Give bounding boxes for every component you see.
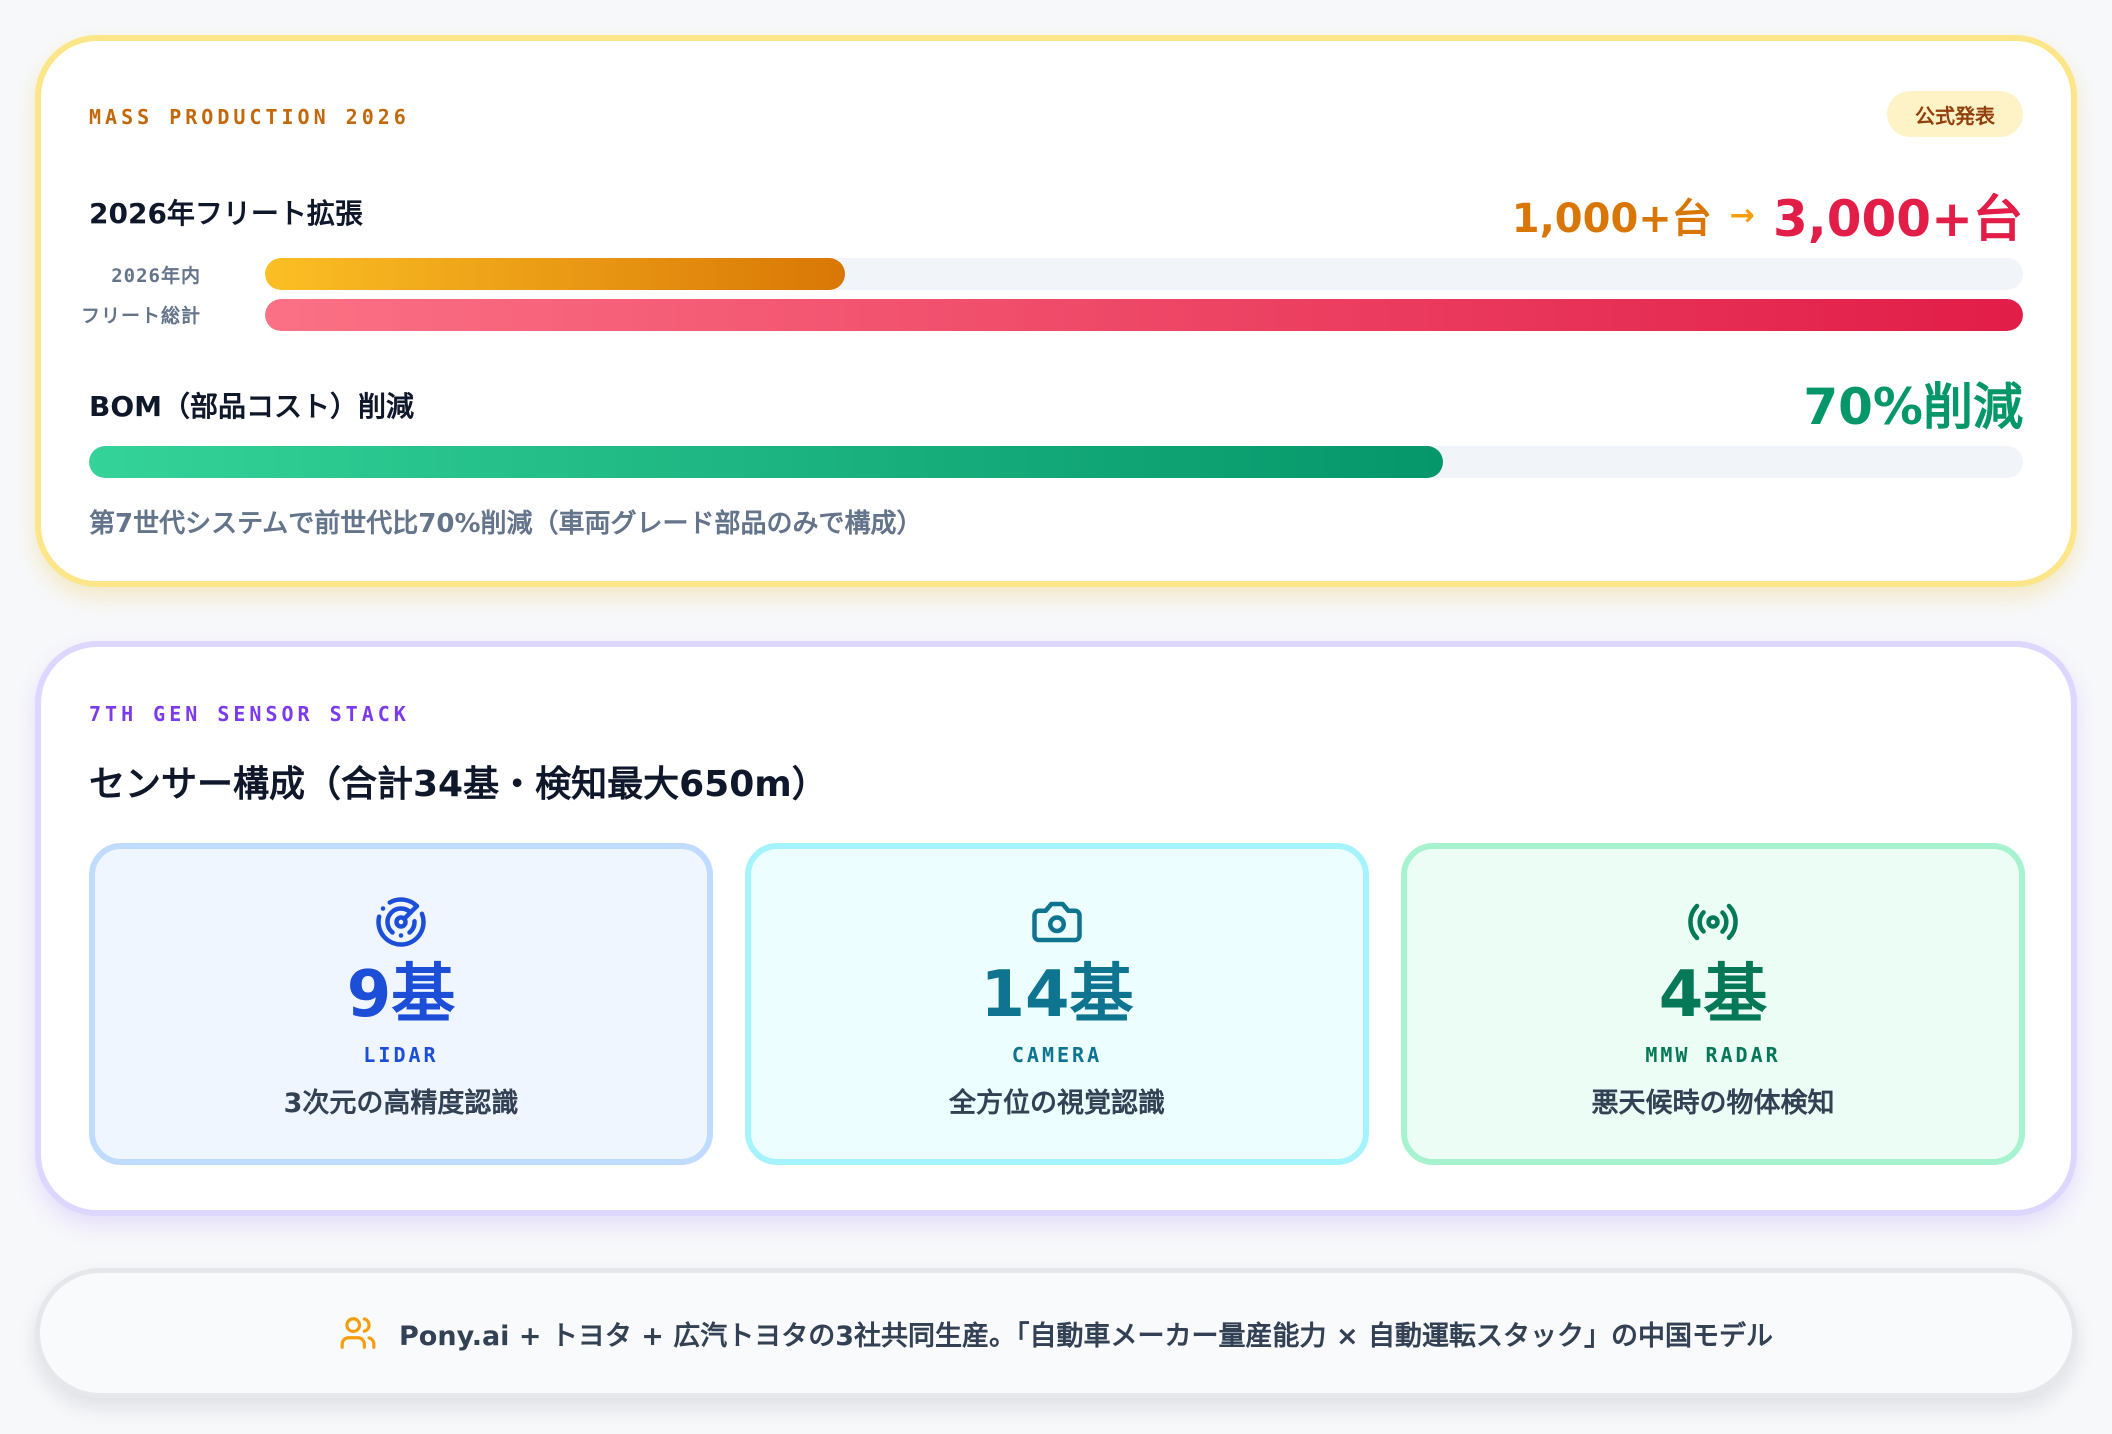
camera-description: 全方位の視覚認識 [949,1088,1165,1119]
users-icon [340,1317,376,1349]
sensor-stack-kicker: 7TH GEN SENSOR STACK [89,702,410,726]
bom-reduction-value: 70%削減 [1803,378,2023,436]
lidar-count: 9基 [346,958,456,1032]
camera-count: 14基 [980,958,1134,1032]
radar-description: 悪天候時の物体検知 [1591,1088,1835,1119]
fleet-to-value: 3,000+台 [1772,190,2023,248]
fleet-total-progress-fill [265,299,2023,331]
bom-reduction-title: BOM（部品コスト）削減 [89,390,415,423]
fleet-values: 1,000+台 → 3,000+台 [1512,179,2023,251]
radar-type-label: MMW RADAR [1645,1043,1781,1067]
bom-progress-fill [89,446,1443,478]
camera-type-label: CAMERA [1011,1043,1103,1067]
sensor-tile-radar: 4基 MMW RADAR 悪天候時の物体検知 [1401,843,2025,1165]
radar-icon [376,897,426,947]
official-announcement-badge: 公式発表 [1887,91,2023,137]
mass-production-card: MASS PRODUCTION 2026 公式発表 2026年フリート拡張 1,… [35,35,2077,587]
lidar-description: 3次元の高精度認識 [283,1088,519,1119]
sensor-config-title: センサー構成（合計34基・検知最大650m） [89,764,828,805]
joint-production-row: Pony.ai + トヨタ + 広汽トヨタの3社共同生産。「自動車メーカー量産能… [40,1273,2072,1393]
joint-production-text: Pony.ai + トヨタ + 広汽トヨタの3社共同生産。「自動車メーカー量産能… [399,1320,1773,1352]
bar-label-2026: 2026年内 [111,265,201,287]
joint-production-note: Pony.ai + トヨタ + 広汽トヨタの3社共同生産。「自動車メーカー量産能… [35,1268,2077,1398]
sensor-stack-card: 7TH GEN SENSOR STACK センサー構成（合計34基・検知最大65… [35,641,2077,1216]
fleet-expansion-title: 2026年フリート拡張 [89,197,363,230]
fleet-2026-progress-fill [265,258,846,290]
fleet-2026-progress-track [265,258,2023,290]
lidar-type-label: LIDAR [363,1043,439,1067]
sensor-tile-lidar: 9基 LIDAR 3次元の高精度認識 [89,843,713,1165]
arrow-right-icon: → [1729,197,1755,233]
camera-icon [1032,901,1082,943]
bom-progress-track [89,446,2023,478]
mass-production-kicker: MASS PRODUCTION 2026 [89,105,410,129]
fleet-from-value: 1,000+台 [1511,196,1712,242]
bom-reduction-note: 第7世代システムで前世代比70%削減（車両グレード部品のみで構成） [89,509,923,539]
sensor-tile-camera: 14基 CAMERA 全方位の視覚認識 [745,843,1369,1165]
radar-count: 4基 [1658,958,1768,1032]
radio-waves-icon [1688,903,1738,941]
bar-label-fleet-total: フリート総計 [80,305,201,327]
fleet-total-progress-track [265,299,2023,331]
